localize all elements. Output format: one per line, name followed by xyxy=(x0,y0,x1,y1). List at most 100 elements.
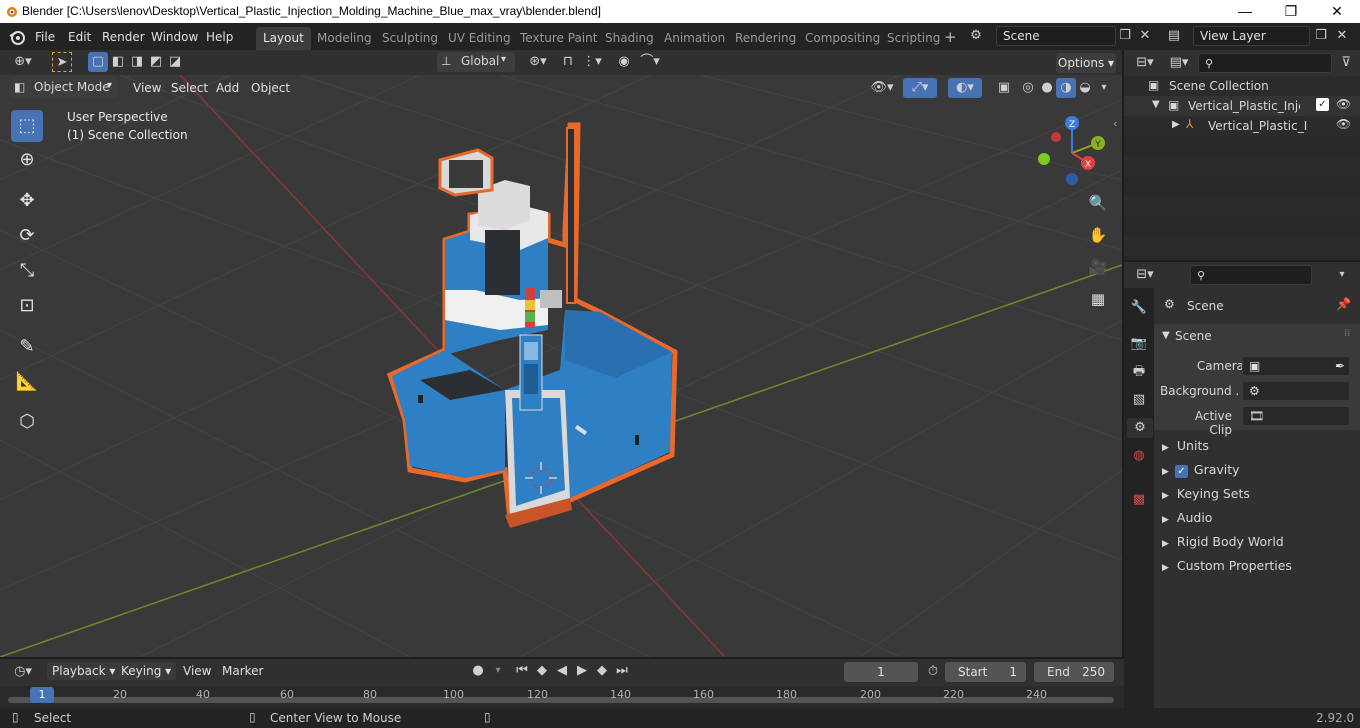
properties-editor-type-icon[interactable]: ⊟▾ xyxy=(1130,265,1160,285)
shading-solid-icon[interactable]: ● xyxy=(1037,78,1057,98)
timeline-editor-type-icon[interactable]: ◷▾ xyxy=(8,662,38,682)
mode-dropdown[interactable]: ◧ Object Mode ▾ xyxy=(10,78,118,98)
viewport-menu-object[interactable]: Object xyxy=(246,79,295,97)
outliner-display-mode-icon[interactable]: ▤▾ xyxy=(1164,53,1194,73)
tab-rendering[interactable]: Rendering xyxy=(728,27,803,50)
navigation-gizmo[interactable]: Z Y X xyxy=(1030,113,1110,189)
tab-texture-paint[interactable]: Texture Paint xyxy=(513,27,604,50)
tab-texture-icon[interactable]: ▩ xyxy=(1129,490,1149,510)
tab-render-icon[interactable]: 📷 xyxy=(1129,334,1149,354)
tool-measure-icon[interactable]: 📐 xyxy=(11,366,43,398)
menu-window[interactable]: Window xyxy=(146,28,203,46)
3d-viewport[interactable]: User Perspective (1) Scene Collection ⬚ … xyxy=(0,75,1122,657)
playhead[interactable]: 1 xyxy=(30,687,54,703)
viewport-menu-select[interactable]: Select xyxy=(166,79,213,97)
panel-keying-sets[interactable]: ▶ Keying Sets xyxy=(1154,482,1360,506)
snap-toggle-icon[interactable]: ⊓ xyxy=(558,52,578,72)
overlays-toggle-icon[interactable]: ◐▾ xyxy=(948,78,982,98)
gravity-checkbox-icon[interactable]: ✓ xyxy=(1174,465,1188,478)
eyedropper-icon[interactable]: ✒ xyxy=(1335,357,1345,375)
shading-options-icon[interactable]: ▾ xyxy=(1094,78,1114,98)
panel-rigid-body-world[interactable]: ▶ Rigid Body World xyxy=(1154,530,1360,554)
preview-range-icon[interactable]: ⏱ xyxy=(923,662,943,682)
menu-help[interactable]: Help xyxy=(201,28,238,46)
tab-layout[interactable]: Layout xyxy=(256,27,311,50)
tool-rotate-icon[interactable]: ⟳ xyxy=(11,220,43,252)
panel-units[interactable]: ▶ Units xyxy=(1154,434,1360,458)
visibility-toggle-icon[interactable]: 👁▾ xyxy=(868,78,896,98)
select-mode-new-icon[interactable]: ▢ xyxy=(88,52,108,72)
outliner-row-scene-collection[interactable]: ▣ Scene Collection xyxy=(1124,76,1360,96)
shading-wireframe-icon[interactable]: ◎ xyxy=(1018,78,1038,98)
scene-browse-icon[interactable]: ⚙ xyxy=(966,26,986,46)
tool-annotate-icon[interactable]: ✎ xyxy=(11,331,43,363)
view-layer-browse-icon[interactable]: ▤ xyxy=(1164,26,1184,46)
scene-remove-icon[interactable]: ✕ xyxy=(1135,26,1155,46)
tab-tool-icon[interactable]: 🔧 xyxy=(1129,298,1149,318)
ortho-toggle-icon[interactable]: ▦ xyxy=(1084,285,1112,313)
tab-sculpting[interactable]: Sculpting xyxy=(375,27,445,50)
tab-view-layer-icon[interactable]: ▧ xyxy=(1129,390,1149,410)
gizmo-toggle-icon[interactable]: ⤢▾ xyxy=(903,78,937,98)
pivot-point-icon[interactable]: ⊛▾ xyxy=(524,52,552,72)
play-icon[interactable]: ▶ xyxy=(572,661,592,681)
view-layer-remove-icon[interactable]: ✕ xyxy=(1332,26,1352,46)
scene-copy-icon[interactable]: ❐ xyxy=(1115,26,1135,46)
section-label[interactable]: Scene xyxy=(1175,329,1212,343)
pan-view-icon[interactable]: ✋ xyxy=(1084,221,1112,249)
view-layer-copy-icon[interactable]: ❐ xyxy=(1311,26,1331,46)
tab-world-icon[interactable]: ◍ xyxy=(1129,446,1149,466)
blender-menu-icon[interactable] xyxy=(8,28,26,46)
outliner-filter-icon[interactable]: ⊽ xyxy=(1336,53,1356,73)
tool-select-box-icon[interactable]: ⬚ xyxy=(11,110,43,142)
tab-shading[interactable]: Shading xyxy=(598,27,661,50)
jump-prev-keyframe-icon[interactable]: ◆ xyxy=(532,661,552,681)
shading-rendered-icon[interactable]: ◒ xyxy=(1075,78,1095,98)
end-frame-field[interactable]: End 250 xyxy=(1034,662,1114,682)
expand-arrow-icon[interactable]: ▶ xyxy=(1172,119,1180,130)
outliner-search-input[interactable]: ⚲ xyxy=(1198,53,1332,73)
xray-toggle-icon[interactable]: ▣ xyxy=(994,78,1014,98)
tool-cursor-icon[interactable]: ⊕ xyxy=(11,144,43,176)
close-button[interactable]: ✕ xyxy=(1314,0,1360,23)
collection-eye-icon[interactable]: 👁 xyxy=(1336,97,1351,111)
timeline-menu-view[interactable]: View xyxy=(178,662,216,680)
tab-scene-icon[interactable]: ⚙ xyxy=(1127,418,1153,438)
tool-add-cube-icon[interactable]: ⬡ xyxy=(11,406,43,438)
minimize-button[interactable]: — xyxy=(1222,0,1268,23)
tool-move-icon[interactable]: ✥ xyxy=(11,185,43,217)
tab-compositing[interactable]: Compositing xyxy=(798,27,887,50)
tab-animation[interactable]: Animation xyxy=(657,27,732,50)
editor-type-icon[interactable]: ⊕▾ xyxy=(8,52,38,72)
viewport-menu-view[interactable]: View xyxy=(128,79,166,97)
maximize-button[interactable]: ❐ xyxy=(1268,0,1314,23)
record-keyframe-icon[interactable]: ● xyxy=(468,661,488,681)
tool-scale-icon[interactable]: ⤡ xyxy=(11,255,43,287)
background-field[interactable]: ⚙ xyxy=(1242,381,1350,401)
menu-render[interactable]: Render xyxy=(97,28,150,46)
properties-search-input[interactable]: ⚲ xyxy=(1190,265,1312,285)
timeline-menu-playback[interactable]: Playback ▾ xyxy=(47,662,121,680)
panel-audio[interactable]: ▶ Audio xyxy=(1154,506,1360,530)
collection-checkbox-icon[interactable]: ✓ xyxy=(1316,98,1329,111)
menu-edit[interactable]: Edit xyxy=(63,28,96,46)
shading-material-icon[interactable]: ◑ xyxy=(1056,78,1076,98)
scene-field[interactable]: Scene xyxy=(996,26,1116,46)
timeline-menu-keying[interactable]: Keying ▾ xyxy=(116,662,177,680)
outliner-row-object[interactable]: ▶ ⅄ Vertical_Plastic_Inje 👁 xyxy=(1124,116,1360,136)
object-eye-icon[interactable]: 👁 xyxy=(1336,117,1351,131)
add-workspace-icon[interactable]: + xyxy=(944,28,957,46)
menu-file[interactable]: File xyxy=(30,28,60,46)
proportional-falloff-icon[interactable]: ⌒▾ xyxy=(634,52,666,72)
transform-orientation-dropdown[interactable]: ⊥ Global ▾ xyxy=(437,52,515,72)
jump-end-icon[interactable]: ⏭ xyxy=(612,661,632,681)
timeline-menu-marker[interactable]: Marker xyxy=(217,662,268,680)
options-dropdown[interactable]: Options ▾ xyxy=(1056,53,1116,73)
select-mode-subtract-icon[interactable]: ◨ xyxy=(127,52,147,72)
auto-keying-options-icon[interactable]: ▾ xyxy=(488,661,508,681)
panel-custom-properties[interactable]: ▶ Custom Properties xyxy=(1154,554,1360,578)
view-layer-field[interactable]: View Layer xyxy=(1193,26,1310,46)
select-mode-invert-icon[interactable]: ◩ xyxy=(146,52,166,72)
start-frame-field[interactable]: Start 1 xyxy=(945,662,1026,682)
select-mode-extend-icon[interactable]: ◧ xyxy=(108,52,128,72)
